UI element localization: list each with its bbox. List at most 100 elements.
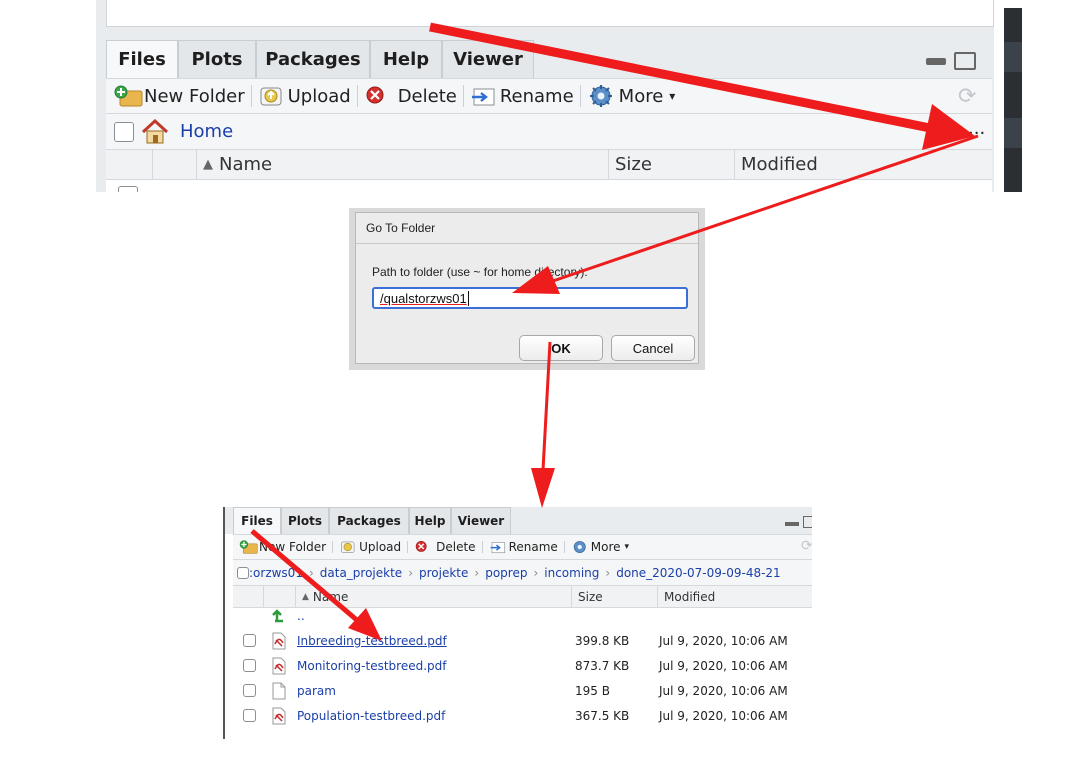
header-icon-column bbox=[152, 150, 196, 179]
delete-button[interactable]: Delete bbox=[364, 85, 457, 107]
file-size: 873.7 KB bbox=[575, 658, 630, 673]
tab-viewer[interactable]: Viewer bbox=[442, 40, 534, 78]
bottom-files-pane: Files Plots Packages Help Viewer New Fol… bbox=[223, 507, 812, 739]
text-cursor bbox=[467, 290, 469, 306]
select-all-checkbox[interactable] bbox=[237, 566, 249, 579]
chevron-right-icon: › bbox=[408, 565, 413, 580]
file-modified: Jul 9, 2020, 10:06 AM bbox=[659, 633, 788, 648]
more-menu-button[interactable]: More ▾ bbox=[571, 539, 629, 555]
file-name-link[interactable]: Inbreeding-testbreed.pdf bbox=[297, 628, 447, 653]
bottom-tab-bar: Files Plots Packages Help Viewer bbox=[233, 507, 511, 534]
more-menu-button[interactable]: More ▾ bbox=[587, 84, 675, 108]
chevron-right-icon: › bbox=[605, 565, 611, 580]
table-row: Monitoring-testbreed.pdf 873.7 KB Jul 9,… bbox=[233, 653, 812, 678]
refresh-icon[interactable]: ⟳ bbox=[801, 538, 812, 554]
breadcrumb-item[interactable]: :orzws01 bbox=[249, 566, 303, 580]
tab-viewer[interactable]: Viewer bbox=[451, 507, 511, 534]
toolbar-separator bbox=[563, 541, 565, 553]
new-folder-icon bbox=[239, 540, 258, 554]
minimize-pane-icon[interactable] bbox=[926, 58, 946, 65]
file-name-link[interactable]: param bbox=[297, 678, 336, 703]
toolbar-separator bbox=[332, 541, 334, 553]
new-folder-button[interactable]: New Folder bbox=[114, 85, 245, 107]
minimize-pane-icon[interactable] bbox=[785, 522, 799, 526]
console-pane-edge bbox=[1004, 8, 1022, 192]
go-to-folder-dialog: Go To Folder Path to folder (use ~ for h… bbox=[355, 212, 699, 364]
tab-help[interactable]: Help bbox=[409, 507, 451, 534]
folder-path-input[interactable]: /qualstorzws01 bbox=[372, 287, 688, 309]
parent-directory-link[interactable]: .. bbox=[297, 603, 305, 628]
row-checkbox[interactable] bbox=[243, 684, 256, 697]
delete-icon bbox=[415, 540, 427, 552]
gear-icon bbox=[589, 85, 612, 107]
cancel-button[interactable]: Cancel bbox=[611, 335, 695, 361]
rename-icon bbox=[471, 88, 495, 106]
chevron-right-icon: › bbox=[474, 565, 480, 580]
chevron-down-icon: ▾ bbox=[624, 542, 630, 552]
table-row: param 195 B Jul 9, 2020, 10:06 AM bbox=[233, 678, 812, 703]
delete-button[interactable]: Delete bbox=[414, 540, 476, 554]
breadcrumb-item[interactable]: data_projekte bbox=[320, 566, 402, 580]
rename-button[interactable]: Rename bbox=[470, 85, 574, 107]
breadcrumb-item[interactable]: incoming bbox=[544, 566, 599, 580]
tab-files[interactable]: Files bbox=[106, 40, 178, 78]
refresh-icon[interactable]: ⟳ bbox=[958, 84, 976, 109]
go-to-folder-button[interactable]: ... bbox=[968, 118, 985, 139]
upload-icon bbox=[341, 541, 355, 554]
header-size[interactable]: Size bbox=[608, 150, 734, 179]
file-modified: Jul 9, 2020, 10:06 AM bbox=[659, 683, 788, 698]
tab-plots[interactable]: Plots bbox=[281, 507, 329, 534]
breadcrumb-item[interactable]: projekte bbox=[419, 566, 468, 580]
sort-up-icon: ▲ bbox=[203, 157, 213, 172]
file-size: 399.8 KB bbox=[575, 633, 630, 648]
tab-packages[interactable]: Packages bbox=[329, 507, 409, 534]
top-tab-bar: Files Plots Packages Help Viewer bbox=[106, 40, 534, 78]
dialog-backdrop: Go To Folder Path to folder (use ~ for h… bbox=[349, 208, 705, 370]
tab-files[interactable]: Files bbox=[233, 507, 281, 534]
home-icon[interactable] bbox=[140, 118, 172, 145]
row-checkbox[interactable] bbox=[243, 634, 256, 647]
file-name-link[interactable]: Monitoring-testbreed.pdf bbox=[297, 653, 447, 678]
maximize-pane-icon[interactable] bbox=[803, 516, 812, 528]
toolbar-separator bbox=[407, 541, 409, 553]
upload-button[interactable]: Upload bbox=[258, 85, 351, 107]
row-checkbox[interactable] bbox=[118, 186, 138, 192]
breadcrumb-item[interactable]: poprep bbox=[485, 566, 527, 580]
toolbar-separator bbox=[481, 541, 483, 553]
parent-directory-row[interactable]: .. bbox=[233, 603, 812, 628]
file-icon bbox=[271, 678, 287, 703]
annotation-arrow-head bbox=[531, 468, 555, 508]
toolbar-separator bbox=[462, 85, 464, 107]
file-size: 195 B bbox=[575, 683, 610, 698]
breadcrumb-item[interactable]: done_2020-07-09-09-48-21 bbox=[616, 566, 780, 580]
ok-button[interactable]: OK bbox=[519, 335, 603, 361]
top-files-pane: Files Plots Packages Help Viewer New Fol… bbox=[96, 0, 994, 192]
file-name-link[interactable]: Population-testbreed.pdf bbox=[297, 703, 445, 728]
pdf-file-icon bbox=[271, 653, 287, 678]
header-modified[interactable]: Modified bbox=[734, 150, 992, 179]
dialog-prompt: Path to folder (use ~ for home directory… bbox=[372, 265, 588, 279]
tab-help[interactable]: Help bbox=[370, 40, 442, 78]
upload-icon bbox=[260, 87, 282, 106]
tab-plots[interactable]: Plots bbox=[178, 40, 256, 78]
gear-icon bbox=[573, 541, 586, 553]
row-checkbox[interactable] bbox=[243, 659, 256, 672]
row-checkbox[interactable] bbox=[243, 709, 256, 722]
file-modified: Jul 9, 2020, 10:06 AM bbox=[659, 708, 788, 723]
sort-up-icon: ▲ bbox=[302, 591, 309, 602]
upload-button[interactable]: Upload bbox=[339, 540, 401, 554]
dialog-divider bbox=[356, 243, 698, 244]
top-file-list-header: ▲ Name Size Modified bbox=[106, 150, 992, 180]
file-modified: Jul 9, 2020, 10:06 AM bbox=[659, 658, 788, 673]
select-all-checkbox[interactable] bbox=[114, 121, 134, 142]
rename-icon bbox=[490, 542, 505, 554]
rename-button[interactable]: Rename bbox=[489, 540, 558, 554]
new-folder-button[interactable]: New Folder bbox=[239, 540, 326, 554]
header-name[interactable]: ▲ Name bbox=[196, 150, 608, 179]
dialog-title: Go To Folder bbox=[366, 221, 436, 235]
tab-packages[interactable]: Packages bbox=[256, 40, 370, 78]
maximize-pane-icon[interactable] bbox=[954, 52, 976, 70]
bottom-files-toolbar: New Folder Upload Delete Rename More ▾ ⟳ bbox=[233, 534, 812, 560]
breadcrumb-home[interactable]: Home bbox=[180, 121, 233, 142]
file-size: 367.5 KB bbox=[575, 708, 630, 723]
